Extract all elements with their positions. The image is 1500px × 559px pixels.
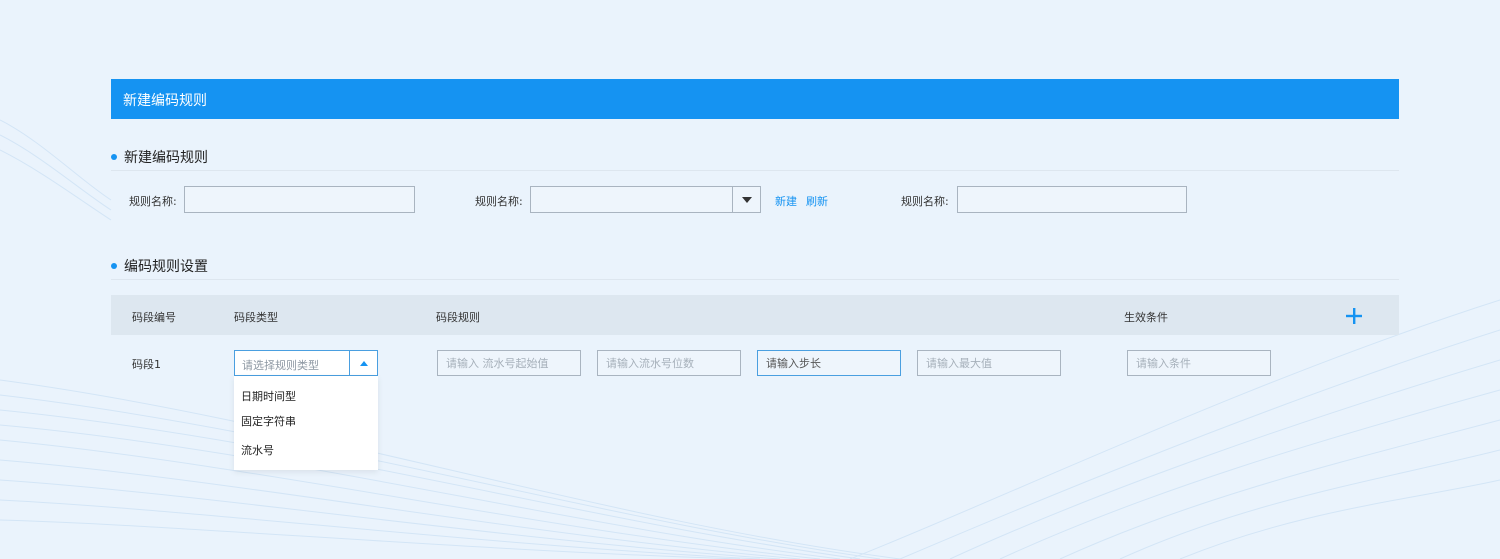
rule-name-label-1: 规则名称: <box>129 195 177 208</box>
refresh-link[interactable]: 刷新 <box>806 193 828 209</box>
bullet-dot-icon <box>111 263 117 269</box>
new-link[interactable]: 新建 <box>775 193 797 209</box>
segment-type-select[interactable]: 请选择规则类型 <box>234 350 378 376</box>
serial-digits-input[interactable] <box>597 350 741 376</box>
caret-down-icon <box>741 196 752 203</box>
divider <box>111 279 1399 280</box>
serial-start-input[interactable] <box>437 350 581 376</box>
rule-name-label-2: 规则名称: <box>475 195 523 208</box>
dropdown-option-datetime[interactable]: 日期时间型 <box>241 388 296 404</box>
dropdown-option-serial[interactable]: 流水号 <box>241 442 274 458</box>
rule-panel: 新建编码规则 新建编码规则 规则名称: 规则名称: 新建 刷新 规则名称: 编码… <box>111 79 1399 499</box>
segment-row-label: 码段1 <box>132 358 161 371</box>
segment-type-placeholder: 请选择规则类型 <box>242 359 319 372</box>
column-segment-number: 码段编号 <box>132 311 176 324</box>
add-icon[interactable] <box>1346 308 1362 324</box>
select-arrow[interactable] <box>732 187 760 212</box>
bullet-dot-icon <box>111 154 117 160</box>
max-value-input[interactable] <box>917 350 1061 376</box>
column-segment-type: 码段类型 <box>234 311 278 324</box>
select-arrow[interactable] <box>349 351 377 375</box>
divider <box>111 170 1399 171</box>
rule-name-label-3: 规则名称: <box>901 195 949 208</box>
caret-up-icon <box>359 360 368 366</box>
step-input[interactable] <box>757 350 901 376</box>
section-new-rule-title: 新建编码规则 <box>111 147 208 167</box>
section-settings-title: 编码规则设置 <box>111 256 208 276</box>
rule-name-input-1[interactable] <box>184 186 415 213</box>
rule-name-select[interactable] <box>530 186 761 213</box>
column-condition: 生效条件 <box>1124 311 1168 324</box>
header-bar: 新建编码规则 <box>111 79 1399 119</box>
segment-type-dropdown: 日期时间型 固定字符串 流水号 <box>234 376 378 470</box>
dropdown-option-fixed-string[interactable]: 固定字符串 <box>241 413 296 429</box>
table-header: 码段编号 码段类型 码段规则 生效条件 <box>111 295 1399 335</box>
rule-name-input-3[interactable] <box>957 186 1187 213</box>
column-segment-rule: 码段规则 <box>436 311 480 324</box>
section-settings-label: 编码规则设置 <box>124 259 208 275</box>
section-new-rule-label: 新建编码规则 <box>124 150 208 166</box>
page-title: 新建编码规则 <box>123 93 207 109</box>
condition-input[interactable] <box>1127 350 1271 376</box>
